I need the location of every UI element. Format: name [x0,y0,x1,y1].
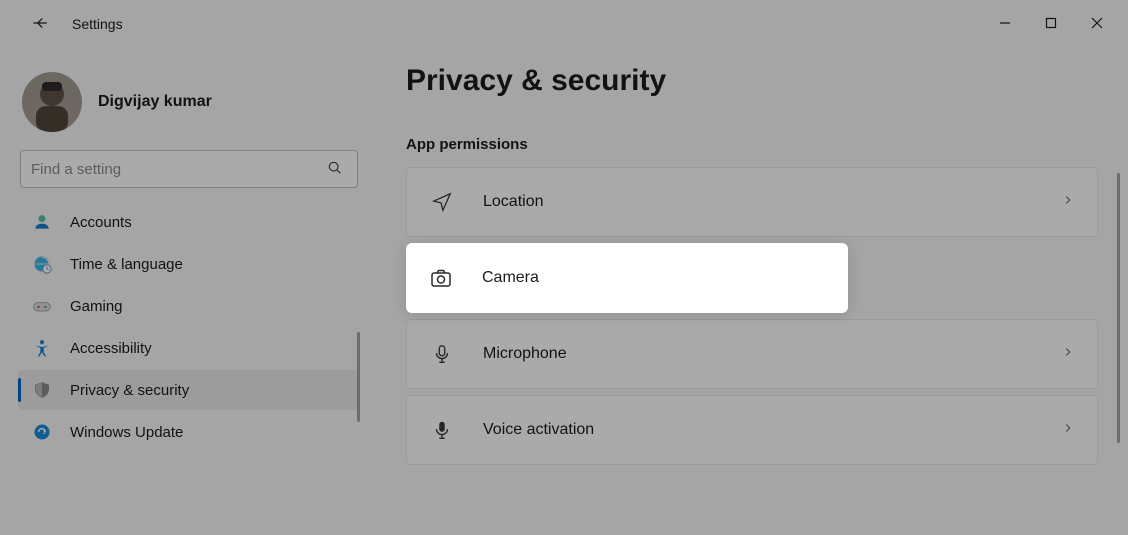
avatar [22,72,82,132]
main-content: Privacy & security App permissions Locat… [370,48,1128,535]
minimize-icon [999,16,1011,32]
chevron-right-icon [1061,345,1075,364]
accounts-icon [32,212,52,232]
minimize-button[interactable] [982,4,1028,44]
maximize-icon [1045,16,1057,32]
setting-label: Microphone [483,345,567,363]
user-name: Digvijay kumar [98,93,212,111]
search-icon [327,160,343,179]
camera-icon [428,265,454,291]
title-bar: Settings [0,0,1128,48]
sidebar-item-label: Privacy & security [70,382,189,399]
voice-activation-icon [429,417,455,443]
sidebar-item-label: Gaming [70,298,123,315]
privacy-security-icon [32,380,52,400]
setting-label: Camera [482,269,539,287]
location-icon [429,189,455,215]
page-title: Privacy & security [406,64,1098,98]
sidebar: Digvijay kumar [0,48,370,535]
setting-item-camera[interactable]: Camera [406,243,848,313]
time-language-icon [32,254,52,274]
sidebar-item-time-language[interactable]: Time & language [18,244,360,284]
user-profile[interactable]: Digvijay kumar [18,62,360,142]
chevron-right-icon [1061,421,1075,440]
sidebar-item-label: Accessibility [70,340,152,357]
maximize-button[interactable] [1028,4,1074,44]
sidebar-item-windows-update[interactable]: Windows Update [18,412,360,452]
chevron-right-icon [1061,193,1075,212]
body: Digvijay kumar [0,48,1128,535]
sidebar-item-accounts[interactable]: Accounts [18,202,360,242]
app-title: Settings [72,16,123,32]
setting-label: Voice activation [483,421,594,439]
app-permissions-list: Location Camera [406,167,1098,465]
microphone-icon [429,341,455,367]
back-arrow-icon [31,14,49,35]
back-button[interactable] [20,4,60,44]
setting-item-microphone[interactable]: Microphone [406,319,1098,389]
sidebar-item-privacy-security[interactable]: Privacy & security [18,370,360,410]
setting-label: Location [483,193,544,211]
close-button[interactable] [1074,4,1120,44]
sidebar-scrollbar-thumb[interactable] [357,332,360,422]
sidebar-item-label: Windows Update [70,424,183,441]
sidebar-nav: Accounts Time & language [18,202,360,452]
windows-update-icon [32,422,52,442]
search-box[interactable] [20,150,358,188]
sidebar-item-label: Time & language [70,256,183,273]
setting-item-voice-activation[interactable]: Voice activation [406,395,1098,465]
main-scrollbar-thumb[interactable] [1117,173,1120,443]
search-input[interactable] [31,161,321,178]
gaming-icon [32,296,52,316]
search-button[interactable] [321,155,349,183]
sidebar-item-accessibility[interactable]: Accessibility [18,328,360,368]
settings-window: Settings [0,0,1128,535]
sidebar-item-label: Accounts [70,214,132,231]
close-icon [1091,16,1103,32]
accessibility-icon [32,338,52,358]
setting-item-location[interactable]: Location [406,167,1098,237]
window-controls [982,4,1120,44]
section-title: App permissions [406,136,1098,153]
sidebar-item-gaming[interactable]: Gaming [18,286,360,326]
